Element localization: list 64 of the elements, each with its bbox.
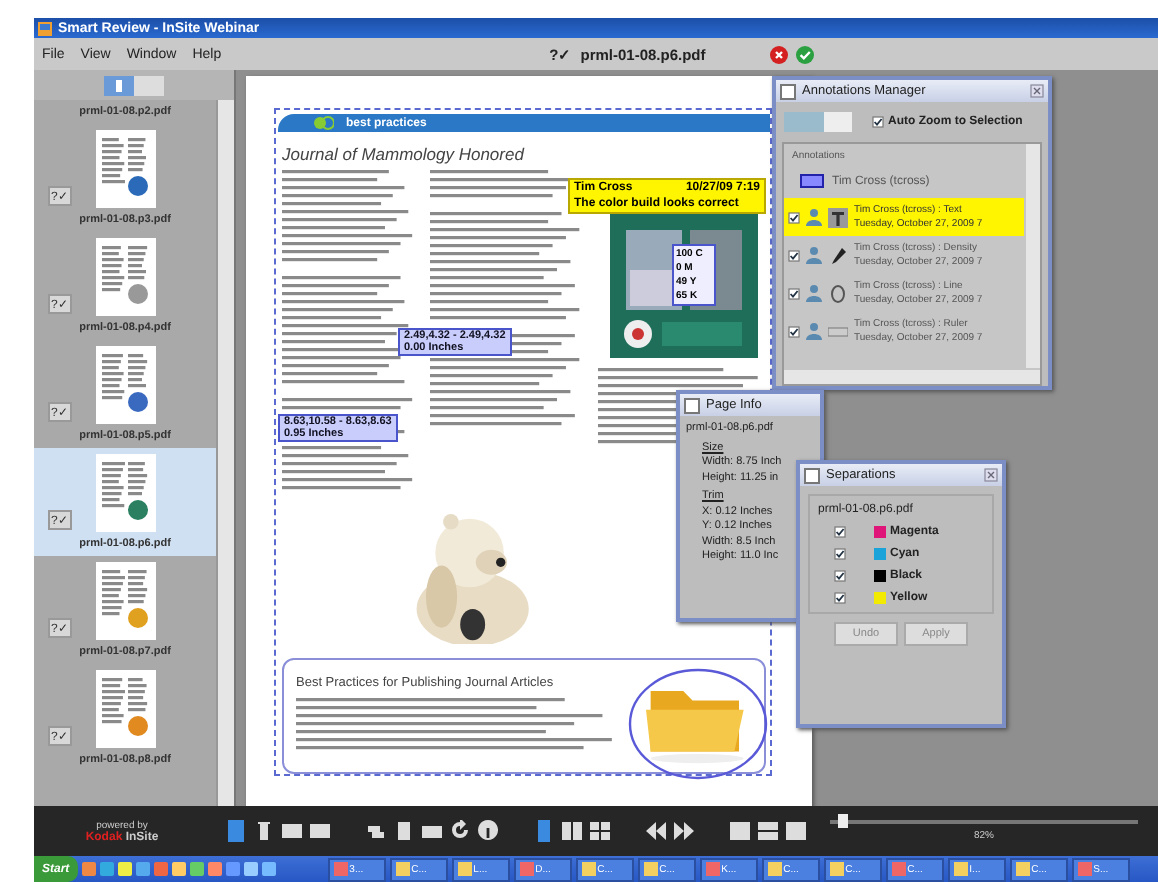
page-thumbnail[interactable]: [95, 130, 155, 208]
checkbox[interactable]: [788, 249, 800, 261]
article-title: Journal of Mammology Honored: [280, 144, 527, 165]
two-page-icon[interactable]: [562, 820, 582, 842]
ruler-icon: [828, 321, 848, 341]
page-thumbnail[interactable]: [95, 670, 155, 748]
layout-toggle-icon[interactable]: [784, 112, 852, 132]
app-icon: [891, 862, 906, 876]
logo-icon: [314, 116, 334, 131]
checkbox[interactable]: [834, 548, 846, 560]
refresh-icon[interactable]: [450, 820, 470, 842]
checkbox[interactable]: [788, 211, 800, 223]
person-icon: [806, 284, 822, 302]
close-icon[interactable]: [984, 468, 998, 482]
person-icon: [806, 208, 822, 226]
dropper-icon: [828, 245, 848, 265]
text-tool-icon: [828, 207, 848, 227]
app-icon: [705, 862, 720, 876]
single-view-icon[interactable]: [534, 820, 554, 842]
app-icon: [1077, 862, 1092, 876]
app-icon: [829, 862, 844, 876]
close-icon[interactable]: [1030, 84, 1044, 98]
app-icon: [395, 862, 410, 876]
user-icon: [800, 174, 824, 188]
panel-icon: [804, 467, 820, 483]
page-thumbnail[interactable]: [95, 346, 155, 424]
checkbox[interactable]: [834, 526, 846, 538]
checkbox[interactable]: [872, 116, 884, 128]
page-thumbnail[interactable]: [95, 562, 155, 640]
checkbox[interactable]: [788, 287, 800, 299]
split-icon[interactable]: [758, 820, 778, 842]
app-icon: [581, 862, 596, 876]
info-icon[interactable]: [478, 820, 498, 842]
fast-forward-icon[interactable]: [674, 820, 694, 842]
view-toggle-icon[interactable]: [104, 75, 164, 95]
checkbox[interactable]: [788, 325, 800, 337]
app-icon: [767, 862, 782, 876]
app-icon: [457, 862, 472, 876]
page-thumbnail[interactable]: [95, 238, 155, 316]
approve-icon[interactable]: [795, 45, 814, 63]
app-icon: [333, 862, 348, 876]
app-icon: [519, 862, 534, 876]
page-thumbnail[interactable]: [95, 454, 155, 532]
checkbox[interactable]: [834, 592, 846, 604]
app-icon: [38, 21, 52, 35]
scrollbar[interactable]: [1026, 144, 1040, 368]
app-icon: [1015, 862, 1030, 876]
app-icon: [643, 862, 658, 876]
app-icon: [953, 862, 968, 876]
single-page-icon[interactable]: [226, 820, 246, 842]
document-icon[interactable]: [394, 820, 414, 842]
text-lines-drawing: [282, 170, 418, 267]
panel-icon: [684, 397, 700, 413]
rewind-icon[interactable]: [646, 820, 666, 842]
panel-icon: [780, 83, 796, 99]
line-tool-icon: [828, 283, 848, 303]
grid-view-icon[interactable]: [590, 820, 610, 842]
person-icon: [806, 322, 822, 340]
slider-thumb[interactable]: [838, 814, 849, 828]
person-icon: [806, 246, 822, 264]
checkbox[interactable]: [834, 570, 846, 582]
scrollbar[interactable]: [784, 370, 1040, 384]
scrollbar[interactable]: [216, 100, 234, 806]
reject-icon[interactable]: [769, 45, 788, 63]
